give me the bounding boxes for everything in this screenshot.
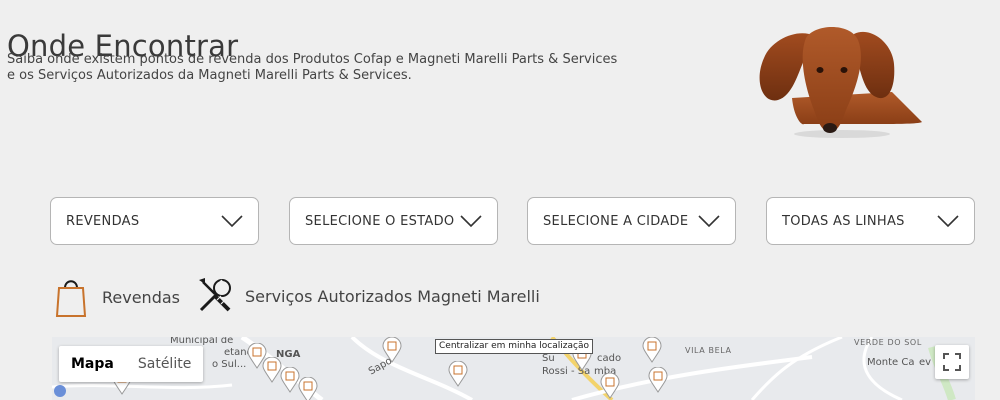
chevron-down-icon <box>221 215 243 228</box>
chevron-down-icon <box>698 215 720 228</box>
map-pin-icon[interactable] <box>600 373 620 399</box>
map-pin-icon[interactable] <box>262 357 282 383</box>
map-pin-icon[interactable] <box>298 377 318 400</box>
subtitle-line-2: e os Serviços Autorizados da Magneti Mar… <box>7 68 412 83</box>
legend-revendas-label: Revendas <box>102 287 180 307</box>
page-subtitle: Saiba onde existem pontos de revenda dos… <box>7 52 647 84</box>
map-type-toggle: Mapa Satélite <box>59 346 204 382</box>
filter-estado-select[interactable]: SELECIONE O ESTADO <box>289 197 498 245</box>
filter-linhas-select[interactable]: TODAS AS LINHAS <box>766 197 975 245</box>
filter-estado-label: SELECIONE O ESTADO <box>305 213 455 229</box>
map-label-super: Su <box>542 353 555 364</box>
chevron-down-icon <box>460 215 482 228</box>
subtitle-line-1: Saiba onde existem pontos de revenda dos… <box>7 52 618 67</box>
map-label-ev: ev <box>919 357 932 368</box>
dog-illustration <box>759 27 922 138</box>
filter-revendas-label: REVENDAS <box>66 213 140 229</box>
map-pin-icon[interactable] <box>648 367 668 393</box>
shopping-bag-icon <box>55 280 87 317</box>
map-type-satelite[interactable]: Satélite <box>126 346 203 382</box>
map-type-mapa[interactable]: Mapa <box>59 346 126 382</box>
legend-servicos-label: Serviços Autorizados Magneti Marelli <box>245 286 540 306</box>
map-label-vila-bela: VILA BELA <box>685 346 732 355</box>
map-label-cado: cado <box>597 353 622 364</box>
map-pin-icon[interactable] <box>642 337 662 363</box>
fullscreen-icon <box>943 353 961 371</box>
map-view[interactable]: Municipal de etano o Sul... NGA VILA BEL… <box>52 337 975 400</box>
map-label-monte: Monte Ca <box>867 357 915 368</box>
filter-linhas-label: TODAS AS LINHAS <box>782 213 905 229</box>
chevron-down-icon <box>937 215 959 228</box>
map-pin-icon[interactable] <box>448 361 468 387</box>
legend-servicos: Serviços Autorizados Magneti Marelli <box>195 276 540 316</box>
filter-cidade-label: SELECIONE A CIDADE <box>543 213 689 229</box>
map-label-municipal: Municipal de <box>170 337 234 346</box>
filter-revendas-select[interactable]: REVENDAS <box>50 197 259 245</box>
map-label-verde-do-sol: VERDE DO SOL <box>854 338 922 347</box>
map-label-sul: o Sul... <box>212 359 247 370</box>
filter-cidade-select[interactable]: SELECIONE A CIDADE <box>527 197 736 245</box>
center-location-button[interactable]: Centralizar em minha localização <box>435 339 593 354</box>
map-pin-icon[interactable] <box>382 337 402 363</box>
legend-revendas: Revendas <box>55 276 180 318</box>
wrench-screwdriver-icon <box>199 278 231 312</box>
fullscreen-button[interactable] <box>935 345 969 379</box>
map-pin-icon[interactable] <box>280 367 300 393</box>
